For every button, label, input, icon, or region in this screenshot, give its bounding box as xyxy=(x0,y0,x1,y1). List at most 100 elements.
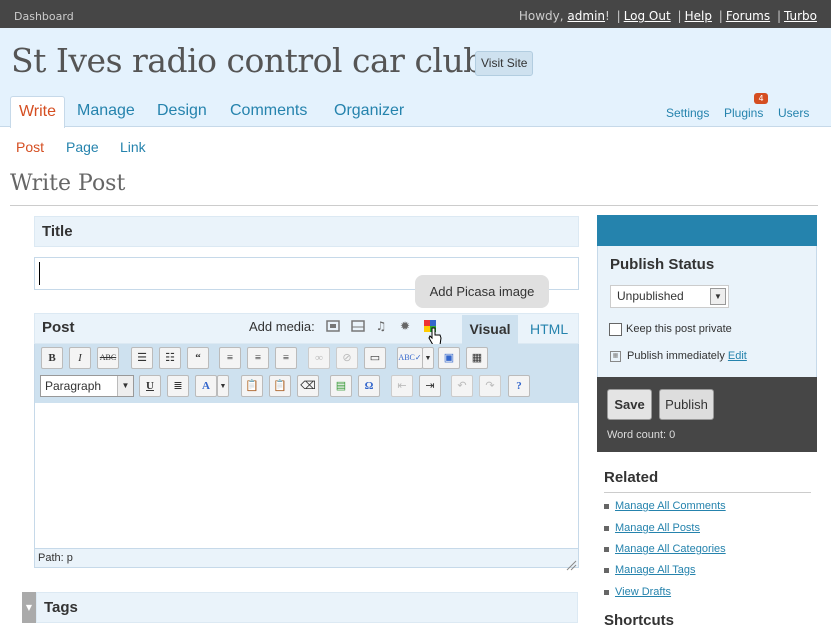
logout-link[interactable]: Log Out xyxy=(624,9,671,23)
link-icon[interactable]: ∞ xyxy=(308,347,330,369)
format-select[interactable]: Paragraph ▼ xyxy=(40,375,134,397)
site-header: St Ives radio control car club Visit Sit… xyxy=(0,28,831,128)
blockquote-button[interactable]: “ xyxy=(187,347,209,369)
admin-top-bar: Dashboard Howdy, admin! | Log Out | Help |… xyxy=(0,0,831,28)
related-item: Manage All Categories xyxy=(604,543,726,555)
editor-path-bar: Path: p xyxy=(34,548,579,568)
tab-organizer[interactable]: Organizer xyxy=(334,102,404,120)
tab-write[interactable]: Write xyxy=(10,96,65,128)
tooltip: Add Picasa image xyxy=(415,275,549,308)
align-left-button[interactable]: ≡ xyxy=(219,347,241,369)
italic-button[interactable]: I xyxy=(69,347,91,369)
manage-tags-link[interactable]: Manage All Tags xyxy=(615,564,696,576)
manage-comments-link[interactable]: Manage All Comments xyxy=(615,500,726,512)
publish-box-header xyxy=(597,215,817,246)
private-checkbox[interactable] xyxy=(609,323,622,336)
more-tag-button[interactable]: ▭ xyxy=(364,347,386,369)
view-drafts-link[interactable]: View Drafts xyxy=(615,586,671,598)
howdy-text: Howdy, xyxy=(518,9,564,23)
align-right-button[interactable]: ≡ xyxy=(275,347,297,369)
tab-html[interactable]: HTML xyxy=(530,321,568,337)
status-select[interactable]: Unpublished ▼ xyxy=(610,285,729,308)
related-item: Manage All Tags xyxy=(604,564,696,576)
word-count: Word count: 0 xyxy=(607,429,676,441)
related-title: Related xyxy=(604,469,659,486)
post-editor[interactable] xyxy=(34,403,579,548)
publish-when: Publish immediately Edit xyxy=(627,350,747,362)
calendar-icon: ▦ xyxy=(610,351,621,362)
justify-button[interactable]: ≣ xyxy=(167,375,189,397)
divider xyxy=(604,492,811,493)
indent-button[interactable]: ⇥ xyxy=(419,375,441,397)
paste-text-button[interactable]: 📋 xyxy=(241,375,263,397)
status-value: Unpublished xyxy=(617,289,684,303)
text-color-dropdown[interactable]: ▼ xyxy=(217,375,229,397)
manage-posts-link[interactable]: Manage All Posts xyxy=(615,522,700,534)
strikethrough-button[interactable]: ABC xyxy=(97,347,119,369)
add-video-icon[interactable] xyxy=(351,319,365,333)
bullet-list-button[interactable]: ☰ xyxy=(131,347,153,369)
media-button[interactable]: ▤ xyxy=(330,375,352,397)
save-button[interactable]: Save xyxy=(607,389,652,420)
subtab-page[interactable]: Page xyxy=(66,139,99,155)
publish-status-title: Publish Status xyxy=(610,256,715,273)
undo-button[interactable]: ↶ xyxy=(451,375,473,397)
turbo-link[interactable]: Turbo xyxy=(784,9,817,23)
related-item: Manage All Comments xyxy=(604,500,726,512)
help-icon[interactable]: ? xyxy=(508,375,530,397)
private-label: Keep this post private xyxy=(626,323,732,335)
format-value: Paragraph xyxy=(45,379,102,393)
outdent-button[interactable]: ⇤ xyxy=(391,375,413,397)
add-media-label: Add media: xyxy=(249,319,315,334)
kitchen-sink-button[interactable]: ▦ xyxy=(466,347,488,369)
numbered-list-button[interactable]: ☷ xyxy=(159,347,181,369)
divider xyxy=(10,205,818,206)
tags-box-heading[interactable]: Tags xyxy=(36,592,578,623)
shortcuts-title: Shortcuts xyxy=(604,612,675,629)
dashboard-link[interactable]: Dashboard xyxy=(14,10,74,23)
align-center-button[interactable]: ≡ xyxy=(247,347,269,369)
chevron-down-icon: ▼ xyxy=(117,376,133,396)
tab-manage[interactable]: Manage xyxy=(77,102,135,120)
add-media-icon[interactable]: ✹ xyxy=(398,319,412,333)
user-link[interactable]: admin xyxy=(567,9,605,23)
spellcheck-button[interactable]: ABC✓ xyxy=(397,347,423,369)
subtab-link[interactable]: Link xyxy=(120,139,146,155)
settings-link[interactable]: Settings xyxy=(666,106,709,120)
plugins-count-badge: 4 xyxy=(754,93,768,104)
related-item: Manage All Posts xyxy=(604,522,700,534)
help-link[interactable]: Help xyxy=(685,9,712,23)
add-audio-icon[interactable]: ♫ xyxy=(374,319,388,333)
underline-button[interactable]: U xyxy=(139,375,161,397)
tab-design[interactable]: Design xyxy=(157,102,207,120)
manage-categories-link[interactable]: Manage All Categories xyxy=(615,543,726,555)
title-box-heading: Title xyxy=(34,216,579,247)
edit-timestamp-link[interactable]: Edit xyxy=(728,350,747,362)
publish-when-text: Publish immediately xyxy=(627,350,725,362)
plugins-link[interactable]: Plugins xyxy=(724,106,763,120)
eraser-icon[interactable]: ⌫ xyxy=(297,375,319,397)
chevron-down-icon: ▼ xyxy=(710,288,726,305)
text-color-button[interactable]: A xyxy=(195,375,217,397)
fullscreen-button[interactable]: ▣ xyxy=(438,347,460,369)
publish-button[interactable]: Publish xyxy=(659,389,714,420)
add-image-icon[interactable] xyxy=(326,319,340,333)
resize-handle-icon[interactable] xyxy=(566,556,577,571)
redo-button[interactable]: ↷ xyxy=(479,375,501,397)
bold-button[interactable]: B xyxy=(41,347,63,369)
tab-comments[interactable]: Comments xyxy=(230,102,307,120)
spellcheck-dropdown[interactable]: ▼ xyxy=(422,347,434,369)
users-link[interactable]: Users xyxy=(778,106,809,120)
paste-word-button[interactable]: 📋 xyxy=(269,375,291,397)
forums-link[interactable]: Forums xyxy=(726,9,770,23)
page-title: Write Post xyxy=(10,171,126,196)
user-links: Howdy, admin! | Log Out | Help | Forums | Tu… xyxy=(518,9,817,23)
text-caret xyxy=(39,262,40,285)
site-title: St Ives radio control car club xyxy=(11,41,484,80)
special-character-button[interactable]: Ω xyxy=(358,375,380,397)
unlink-icon[interactable]: ⊘ xyxy=(336,347,358,369)
tab-visual[interactable]: Visual xyxy=(462,315,518,344)
visit-site-button[interactable]: Visit Site xyxy=(475,51,534,76)
subtab-post[interactable]: Post xyxy=(16,139,44,155)
tags-toggle-icon[interactable]: ▼ xyxy=(22,592,36,623)
